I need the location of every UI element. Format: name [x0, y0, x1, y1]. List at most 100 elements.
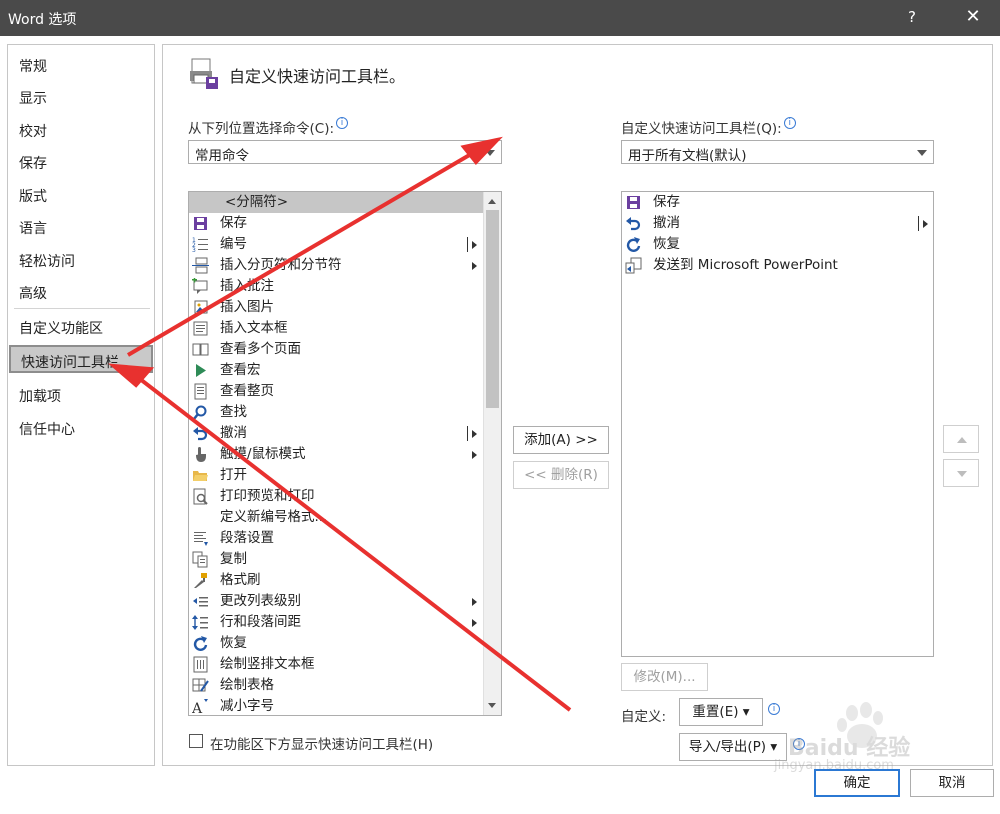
customize-toolbar-dropdown[interactable]: 用于所有文档(默认) — [621, 140, 934, 164]
scroll-down-button[interactable] — [484, 697, 501, 714]
line-spacing-icon — [192, 614, 209, 631]
toolbar-items-list[interactable]: 发送到 Microsoft PowerPoint 恢复 撤消 保存 — [621, 191, 934, 657]
nav-item[interactable]: 版式 — [9, 181, 153, 209]
word-options-dialog: 常规 显示 校对 保存 版式 语言 轻松访问 高级 自定义功能区 快速访问工具栏 加载项 信任中心 自… — [0, 36, 1000, 814]
import-export-button[interactable]: 导入/导出(P) ▾ — [679, 733, 787, 761]
nav-item[interactable]: 加载项 — [9, 381, 153, 409]
command-item[interactable]: 段落设置 — [189, 528, 484, 549]
item-label: 定义新编号格式... — [220, 509, 328, 525]
command-item[interactable]: 插入文本框 — [189, 318, 484, 339]
svg-text:3: 3 — [192, 247, 196, 253]
picture-icon — [192, 299, 209, 316]
item-label: 查看整页 — [220, 383, 274, 399]
customize-label: 自定义: — [621, 709, 667, 725]
split-divider — [467, 426, 468, 441]
command-item[interactable]: 插入批注 — [189, 276, 484, 297]
choose-commands-value: 常用命令 — [195, 148, 249, 164]
command-item[interactable]: <分隔符> — [189, 192, 484, 213]
item-label: 查找 — [220, 404, 247, 420]
nav-item[interactable]: 常规 — [9, 51, 153, 79]
nav-item[interactable]: 显示 — [9, 83, 153, 111]
scroll-up-button[interactable] — [484, 193, 501, 210]
command-item[interactable]: 打印预览和打印 — [189, 486, 484, 507]
item-label: 查看多个页面 — [220, 341, 301, 357]
submenu-arrow-icon — [472, 430, 477, 438]
command-item[interactable]: 查看宏 — [189, 360, 484, 381]
info-icon[interactable]: i — [336, 117, 349, 129]
commands-scrollbar[interactable] — [483, 192, 501, 715]
format-painter-icon — [192, 572, 209, 589]
toolbar-item[interactable]: 保存 — [622, 192, 933, 213]
command-item[interactable]: 查看多个页面 — [189, 339, 484, 360]
command-item[interactable]: 绘制竖排文本框 — [189, 654, 484, 675]
command-item[interactable]: 查看整页 — [189, 381, 484, 402]
command-item[interactable]: 撤消 — [189, 423, 484, 444]
toolbar-item[interactable]: 撤消 — [622, 213, 933, 234]
item-label: 撤消 — [220, 425, 247, 441]
chevron-down-icon — [488, 703, 496, 708]
command-item[interactable]: 查找 — [189, 402, 484, 423]
baidu-watermark: Baidu 经验 jingyan.baidu.com — [774, 700, 980, 780]
item-label: 插入图片 — [220, 299, 274, 315]
nav-item[interactable]: 高级 — [9, 278, 153, 306]
choose-commands-dropdown[interactable]: 常用命令 — [188, 140, 502, 164]
chevron-down-icon — [957, 471, 967, 477]
paragraph-icon — [192, 530, 209, 547]
shrink-font-icon: A — [191, 698, 209, 715]
close-button[interactable]: ✕ — [960, 6, 986, 27]
toolbar-item[interactable]: 发送到 Microsoft PowerPoint — [622, 255, 933, 276]
chevron-down-icon — [917, 150, 927, 156]
show-below-ribbon-checkbox[interactable] — [189, 734, 203, 748]
nav-item[interactable]: 轻松访问 — [9, 246, 153, 274]
remove-button[interactable]: << 删除(R) — [513, 461, 609, 489]
commands-list[interactable]: A 减小字号 绘制表格 绘制竖排文本框 恢复 行和段落间距 更改列表级别 格式刷 复制 段落设置 定… — [188, 191, 502, 716]
page-break-icon — [192, 257, 209, 274]
options-nav: 常规显示校对保存版式语言轻松访问高级自定义功能区 快速访问工具栏 加载项信任中心 — [7, 44, 155, 766]
command-item[interactable]: 定义新编号格式... — [189, 507, 484, 528]
item-label: 行和段落间距 — [220, 614, 301, 630]
command-item[interactable]: 行和段落间距 — [189, 612, 484, 633]
nav-item[interactable]: 信任中心 — [9, 414, 153, 442]
command-item[interactable]: 更改列表级别 — [189, 591, 484, 612]
touch-icon — [192, 446, 209, 463]
command-item[interactable]: 插入图片 — [189, 297, 484, 318]
command-item[interactable]: 打开 — [189, 465, 484, 486]
item-label: 绘制竖排文本框 — [220, 656, 315, 672]
numbering-icon: 123 — [192, 236, 209, 254]
nav-item[interactable]: 校对 — [9, 116, 153, 144]
help-button[interactable]: ? — [908, 8, 916, 26]
command-item[interactable]: 触摸/鼠标模式 — [189, 444, 484, 465]
save-icon — [625, 194, 642, 211]
move-up-button[interactable] — [943, 425, 979, 453]
command-item[interactable]: 1 2 3 编号 — [189, 234, 484, 255]
nav-item[interactable]: 快速访问工具栏 — [9, 345, 153, 373]
nav-item[interactable]: 保存 — [9, 148, 153, 176]
scroll-thumb[interactable] — [486, 210, 499, 408]
submenu-arrow-icon — [472, 619, 477, 627]
nav-item[interactable]: 语言 — [9, 213, 153, 241]
move-down-button[interactable] — [943, 459, 979, 487]
open-folder-icon — [192, 467, 209, 484]
chevron-up-icon — [957, 437, 967, 443]
print-preview-icon — [192, 488, 209, 505]
nav-item[interactable]: 自定义功能区 — [9, 313, 153, 341]
command-item[interactable]: A 减小字号 — [189, 696, 484, 715]
item-label: 绘制表格 — [220, 677, 274, 693]
copy-icon — [192, 551, 209, 568]
command-item[interactable]: 格式刷 — [189, 570, 484, 591]
reset-button[interactable]: 重置(E) ▾ — [679, 698, 763, 726]
info-icon[interactable]: i — [783, 117, 796, 129]
item-label: 触摸/鼠标模式 — [220, 446, 306, 462]
info-icon[interactable]: i — [768, 703, 780, 715]
modify-button[interactable]: 修改(M)... — [621, 663, 708, 691]
toolbar-item[interactable]: 恢复 — [622, 234, 933, 255]
title-bar: Word 选项 ? ✕ — [0, 0, 1000, 36]
command-item[interactable]: 恢复 — [189, 633, 484, 654]
command-item[interactable]: 复制 — [189, 549, 484, 570]
command-item[interactable]: 插入分页符和分节符 — [189, 255, 484, 276]
command-item[interactable]: 绘制表格 — [189, 675, 484, 696]
item-label: 减小字号 — [220, 698, 274, 714]
add-button[interactable]: 添加(A) >> — [513, 426, 609, 454]
command-item[interactable]: 保存 — [189, 213, 484, 234]
macro-play-icon — [192, 362, 209, 379]
